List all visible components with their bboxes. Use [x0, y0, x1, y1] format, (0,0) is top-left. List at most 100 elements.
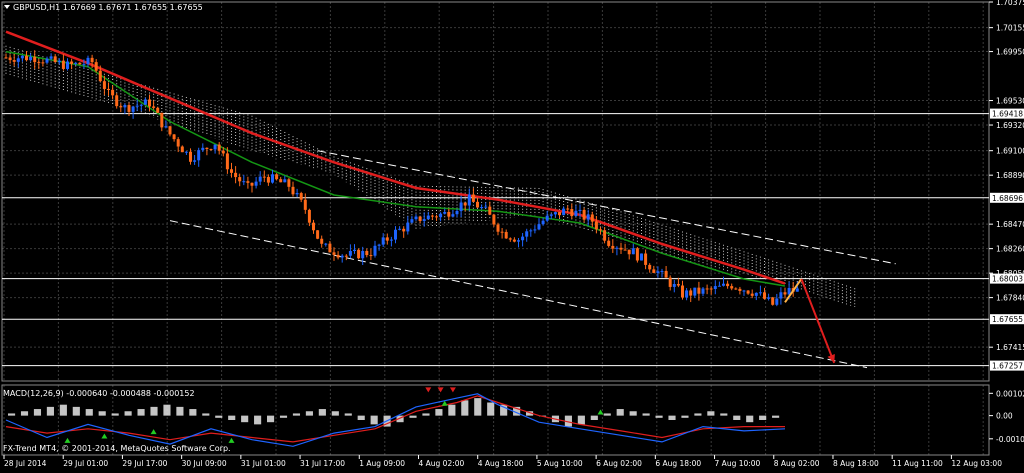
candle-body [660, 270, 664, 272]
candle-body [340, 255, 344, 258]
candle-body [205, 147, 209, 150]
candle-body [537, 224, 541, 230]
candle-body [717, 285, 721, 287]
candle-body [131, 106, 135, 112]
candle-body [558, 212, 561, 216]
x-tick-label: 1 Aug 09:00 [359, 459, 405, 468]
candle-body [709, 288, 713, 290]
candle-body [484, 206, 488, 208]
macd-label: MACD(12,26,9) -0.000640 -0.000488 -0.000… [3, 389, 195, 398]
candle-body [430, 215, 434, 217]
candle-body [61, 60, 65, 69]
candle-body [168, 126, 172, 135]
y-tick-label: 1.68890 [996, 171, 1024, 180]
macd-bar [629, 411, 637, 416]
chart-canvas[interactable]: 1.70375 1.70155 1.69950 1.69530 1.69320 1.691… [0, 0, 1024, 469]
candle-body [217, 144, 221, 151]
macd-bar [707, 411, 715, 416]
y-tick-label: 1.69100 [996, 147, 1024, 156]
price-box-label: 1.67655 [992, 315, 1023, 324]
candle-body [644, 253, 648, 265]
macd-bar [189, 409, 197, 416]
candle-body [242, 181, 246, 183]
candle-body [553, 212, 557, 215]
candle-body [328, 243, 332, 253]
candle-body [230, 169, 233, 173]
candle-body [369, 255, 373, 257]
candle-body [221, 150, 225, 154]
candle-body [504, 231, 508, 239]
candle-body [713, 286, 717, 290]
macd-bar [435, 409, 443, 416]
candle-body [668, 277, 672, 287]
candle-body [344, 255, 348, 257]
macd-bar [292, 413, 301, 416]
candle-body [463, 202, 467, 206]
chart-window[interactable]: 1.70375 1.70155 1.69950 1.69530 1.69320 1.691… [0, 0, 1024, 469]
macd-bar [772, 415, 780, 418]
y-tick-label: 1.68260 [996, 245, 1024, 254]
macd-bar [46, 406, 54, 416]
candle-body [8, 57, 12, 61]
candle-body [578, 209, 582, 211]
candle-body [562, 208, 566, 216]
candle-body [238, 177, 242, 182]
candle-body [549, 214, 553, 216]
candle-body [119, 106, 123, 108]
y-tick-label: 1.70155 [996, 24, 1024, 33]
macd-bar [577, 415, 585, 425]
macd-bar [163, 404, 171, 416]
macd-bar [720, 413, 728, 416]
candle-body [353, 249, 356, 251]
candle-body [447, 211, 451, 217]
candle-body [389, 239, 393, 241]
x-tick-label: 4 Aug 18:00 [478, 459, 524, 468]
candle-body [357, 249, 361, 259]
candle-body [225, 153, 229, 170]
candle-body [775, 298, 779, 305]
macd-bar [474, 398, 482, 416]
candle-body [685, 290, 689, 298]
macd-bar [8, 413, 16, 416]
macd-bar [124, 411, 132, 416]
candle-body [410, 219, 414, 223]
candle-body [566, 208, 570, 210]
candle-body [623, 249, 627, 251]
candle-body [266, 176, 270, 183]
x-tick-label: 31 Jul 01:00 [241, 459, 286, 468]
candle-body [127, 105, 131, 112]
candle-body [594, 221, 598, 230]
candle-body [394, 229, 397, 240]
y-tick-label: 1.67415 [996, 343, 1024, 352]
candle-body [156, 107, 160, 113]
macd-bar [33, 409, 42, 416]
candle-body [57, 60, 61, 63]
macd-bar [305, 411, 313, 416]
candle-body [45, 58, 49, 63]
macd-bar [318, 409, 326, 416]
macd-bar [176, 406, 184, 416]
candle-body [570, 209, 574, 217]
macd-bar [655, 415, 663, 418]
candle-body [426, 215, 430, 220]
candle-body [664, 270, 668, 278]
x-tick-label: 8 Aug 18:00 [833, 459, 879, 468]
macd-bar [461, 400, 469, 416]
candle-body [324, 243, 328, 245]
x-tick-label: 5 Aug 10:00 [537, 459, 583, 468]
candle-body [435, 216, 438, 218]
macd-bar [267, 415, 275, 423]
candle-body [184, 151, 188, 153]
candle-body [672, 284, 676, 287]
candle-body [37, 62, 41, 64]
candle-body [49, 56, 53, 59]
candle-body [234, 172, 238, 178]
candle-body [451, 214, 455, 217]
x-tick-label: 29 Jul 17:00 [122, 459, 167, 468]
candle-body [316, 230, 320, 239]
y-tick-label: 1.69530 [996, 97, 1024, 106]
candle-body [738, 288, 742, 292]
candle-body [525, 231, 529, 237]
candle-body [730, 286, 734, 289]
candle-body [398, 228, 402, 230]
